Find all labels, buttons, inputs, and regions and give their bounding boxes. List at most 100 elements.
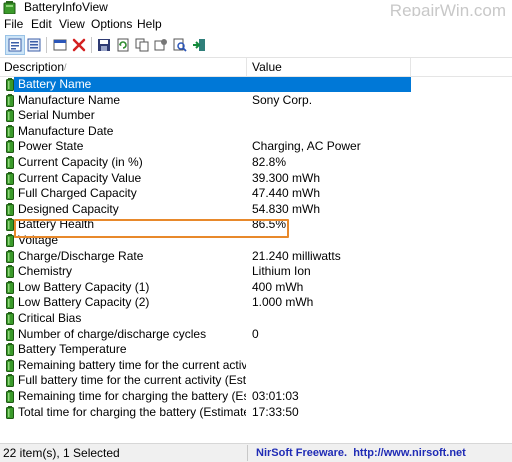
battery-icon [6,156,14,169]
list-item[interactable]: Manufacture Name Sony Corp. [0,93,512,109]
battery-icon [6,280,14,294]
list-item-description: Serial Number [18,108,95,123]
list-item-value: 82.8% [252,155,287,169]
battery-icon [6,202,14,216]
column-header-value[interactable]: Value [252,60,282,74]
menu-options[interactable]: Options [91,17,132,32]
battery-icon [6,343,14,357]
list-item[interactable]: Chemistry Lithium Ion [0,264,512,280]
list-item[interactable]: Current Capacity (in %) 82.8% [0,155,512,171]
list-item-description: Critical Bias [18,311,82,325]
list-item[interactable]: Charge/Discharge Rate 21.240 milliwatts [0,249,512,265]
advanced-options-button[interactable] [152,36,170,54]
list-item-value: Lithium Ion [252,264,311,279]
list-item[interactable]: Number of charge/discharge cycles 0 [0,327,512,343]
copy-icon [135,38,149,52]
list-item-description: Low Battery Capacity (2) [18,295,150,310]
list-item[interactable]: Critical Bias [0,311,512,327]
refresh-icon [117,38,129,52]
list-item[interactable]: Full battery time for the current activi… [0,373,512,389]
list-item[interactable]: Total time for charging the battery (Est… [0,405,512,421]
list-item-value: 17:33:50 [252,404,299,419]
list-item-value: 39.300 mWh [252,170,321,185]
list-item-value: Sony Corp. [252,92,313,107]
battery-icon [6,405,14,419]
toolbar-separator [91,37,92,53]
refresh-button[interactable] [114,36,132,54]
battery-icon [6,140,14,154]
menu-bar: File Edit View Options Help [0,16,512,33]
find-button[interactable] [171,36,189,54]
list-item[interactable]: Manufacture Date [0,124,512,140]
list-item-description: Remaining time for charging the battery … [18,389,246,403]
battery-icon [6,374,14,388]
battery-icon [6,296,14,310]
battery-app-icon [3,1,16,14]
list-item[interactable]: Remaining battery time for the current a… [0,358,512,374]
list-item[interactable]: Power State Charging, AC Power [0,139,512,155]
battery-icon [6,187,14,201]
list-item[interactable]: Designed Capacity 54.830 mWh [0,202,512,218]
html-report-icon [53,39,67,51]
html-report-button[interactable] [51,36,69,54]
list-item-value: Charging, AC Power [252,139,361,154]
list-item-description: Manufacture Date [18,123,114,138]
list-item[interactable]: Low Battery Capacity (2) 1.000 mWh [0,295,512,311]
battery-icon [6,171,14,185]
delete-button[interactable] [70,36,88,54]
battery-icon [6,218,14,232]
list-item-description: Power State [18,139,84,154]
list-item-description: Battery Temperature [18,342,127,357]
list-item[interactable]: Current Capacity Value 39.300 mWh [0,171,512,187]
list-item[interactable]: Battery Name [0,77,512,93]
list-item-description: Current Capacity (in %) [18,155,143,169]
column-header: Description / Value [0,58,512,77]
menu-view[interactable]: View [59,17,85,32]
battery-icon [6,390,14,403]
list-item-description: Manufacture Name [18,92,121,107]
menu-file[interactable]: File [4,17,23,32]
list-item[interactable]: Serial Number [0,108,512,124]
list-item-value: 1.000 mWh [252,295,314,310]
status-item-count: 22 item(s), 1 Selected [3,446,120,460]
exit-icon [193,39,205,51]
exit-button[interactable] [190,36,208,54]
nirsoft-link[interactable]: NirSoft Freeware. http://www.nirsoft.net [256,446,466,460]
delete-icon [72,38,86,52]
list-item-description: Total time for charging the battery (Est… [18,404,246,419]
list-view-icon [27,38,41,52]
battery-icon [6,249,14,263]
list-item[interactable]: Low Battery Capacity (1) 400 mWh [0,280,512,296]
battery-icon [6,265,14,279]
column-header-description[interactable]: Description [4,60,64,74]
list-item[interactable]: Battery Temperature [0,342,512,358]
battery-health-highlight [14,219,289,238]
menu-edit[interactable]: Edit [31,17,52,32]
save-icon [98,39,110,51]
properties-view-icon [8,38,22,52]
list-item-value: 54.830 mWh [252,201,321,216]
list-item[interactable]: Full Charged Capacity 47.440 mWh [0,186,512,202]
advanced-options-icon [154,39,167,51]
list-item-description: Charge/Discharge Rate [18,248,144,263]
column-divider[interactable] [246,58,247,76]
save-button[interactable] [95,36,113,54]
battery-icon [6,109,14,123]
list-item-description: Chemistry [18,264,73,279]
list-item-value: 47.440 mWh [252,186,321,201]
find-icon [173,38,187,52]
list-item-description: Designed Capacity [18,201,119,216]
list-item-value: 0 [252,326,259,341]
list-item[interactable]: Remaining time for charging the battery … [0,389,512,405]
column-divider[interactable] [410,58,411,76]
list-view-button[interactable] [25,36,43,54]
list-item-description: Remaining battery time for the current a… [18,357,246,372]
properties-view-button[interactable] [5,35,25,55]
list-item-value: 03:01:03 [252,389,299,403]
menu-help[interactable]: Help [137,17,162,32]
list-item-description: Current Capacity Value [18,170,142,185]
copy-button[interactable] [133,36,151,54]
sort-arrow-icon: / [64,62,67,72]
status-bar: 22 item(s), 1 Selected NirSoft Freeware.… [0,443,512,462]
list-item-description: Number of charge/discharge cycles [18,326,207,341]
